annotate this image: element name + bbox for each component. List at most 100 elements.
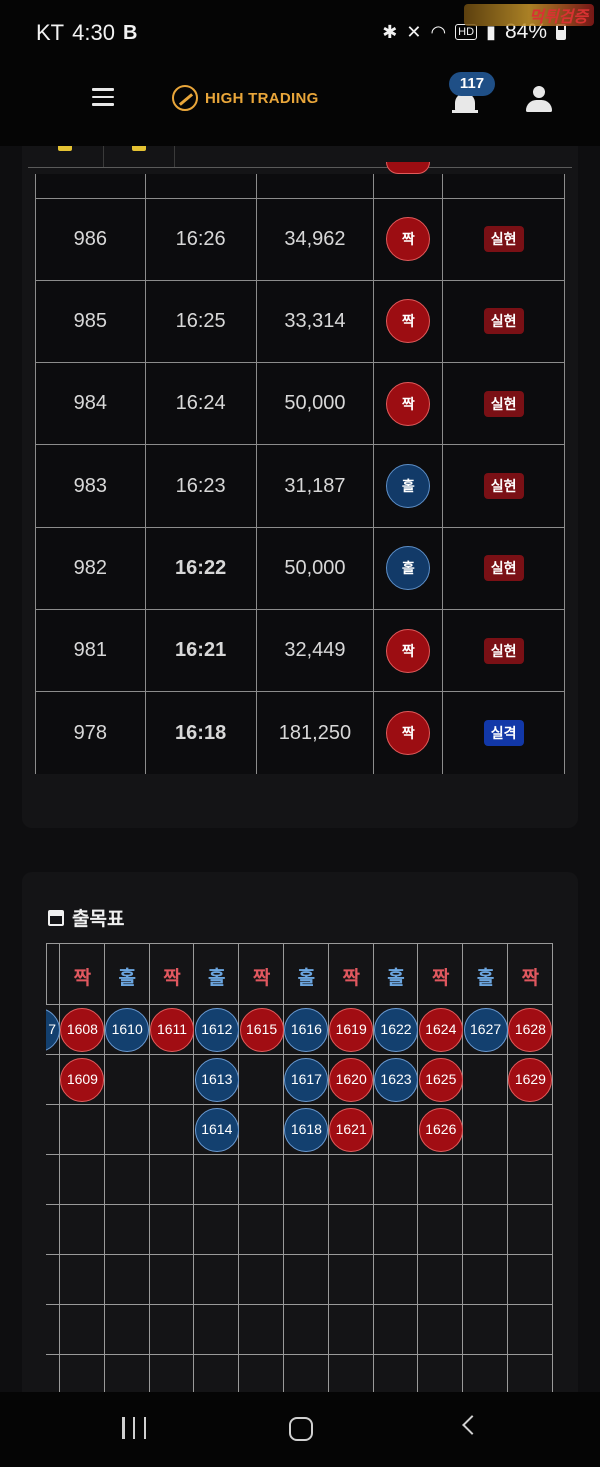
bell-icon-base [452,110,478,113]
table-row[interactable]: 978 16:18 181,250 짝 실격 [35,691,565,775]
grid-cell [46,1305,60,1355]
grid-cell [60,1255,105,1305]
user-icon [533,86,545,98]
pick-ball: 홀 [386,464,431,509]
grid-cell [239,1055,284,1105]
grid-cell [149,1155,195,1205]
table-row[interactable]: 984 16:24 50,000 짝 실현 [35,362,565,446]
watermark-logo: 먹튀검증 [464,4,594,26]
table-row[interactable]: 986 16:26 34,962 짝 실현 [35,197,565,281]
table-row[interactable]: 983 16:23 31,187 홀 실현 [35,444,565,528]
grid-cell [104,1155,150,1205]
draw-board-header: 출목표 [48,904,124,931]
round-cell: 986 [35,197,146,281]
back-button[interactable] [462,1415,482,1435]
grid-cell [373,1105,419,1155]
bluetooth-icon: ✱ [382,21,398,42]
result-ball: 1623 [374,1058,418,1102]
round-cell: 982 [35,526,146,610]
grid-cell [105,1355,150,1392]
grid-cell [418,1255,464,1305]
grid-cell [46,1055,60,1105]
grid-cell [508,1355,553,1392]
grid-cell [46,1155,60,1205]
grid-cell [104,1055,150,1105]
time-cell: 16:18 [144,691,257,775]
status-badge: 실현 [483,555,524,582]
app-notification-icon: B [122,22,138,44]
tab-2[interactable] [104,146,175,168]
grid-cell [373,1305,419,1355]
grid-cell [284,1355,329,1392]
pick-ball: 짝 [386,711,431,756]
pick-cell: 짝 [373,279,444,364]
grid-cell [194,1305,240,1355]
table-cell [255,174,375,199]
amount-cell: 31,187 [255,444,375,528]
status-left: KT 4:30 B [36,20,141,46]
tab-1[interactable] [28,146,104,168]
grid-cell [373,1155,419,1205]
grid-cell [149,1205,195,1255]
draw-board-grid: 7 짝 1608 1609 홀 1610 짝 1611 홀 1612 1613 1614 짝 1615 홀 1… [46,943,554,1392]
status-cell: 실격 [442,691,565,775]
pick-cell: 짝 [373,608,444,693]
home-button[interactable] [289,1417,313,1441]
grid-header-label: 짝 [521,968,540,989]
recent-apps-button[interactable] [122,1417,146,1439]
grid-cell [239,1155,284,1205]
grid-cell [418,1155,464,1205]
result-ball: 1614 [194,1108,239,1152]
round-cell: 983 [35,444,146,528]
brand-logo[interactable]: HIGH TRADING [172,85,319,111]
grid-cell [418,1205,464,1255]
menu-icon-line [92,103,114,106]
grid-cell [508,1105,553,1155]
result-ball: 1627 [463,1008,508,1052]
user-icon-body [526,100,552,112]
amount-cell: 34,962 [255,197,375,281]
status-badge: 실현 [483,390,524,417]
grid-cell [373,1255,419,1305]
table-cell [144,174,257,199]
time-cell: 16:21 [144,608,257,693]
grid-cell [46,1355,60,1392]
grid-header-label: 홀 [208,968,226,989]
grid-header-label: 홀 [297,968,316,989]
grid-cell [463,1105,508,1155]
grid-cell [194,1155,240,1205]
result-ball: 1613 [194,1058,239,1102]
grid-cell [418,1355,464,1392]
grid-cell [46,1255,60,1305]
account-button[interactable] [525,86,553,114]
hd-icon: HD [455,24,478,40]
clock: 4:30 [72,20,115,45]
pick-ball: 짝 [386,628,431,673]
grid-cell [104,1255,150,1305]
grid-cell [239,1355,284,1392]
round-cell: 984 [35,362,146,446]
grid-cell [150,1355,195,1392]
status-cell: 실현 [442,526,565,610]
tab-icon [132,146,146,151]
table-row[interactable]: 982 16:22 50,000 홀 실현 [35,526,565,610]
grid-header-label: 짝 [252,968,271,989]
pick-cell: 홀 [373,444,444,528]
grid-cell [284,1255,329,1305]
result-ball: 1612 [194,1008,239,1052]
grid-cell [239,1255,284,1305]
pick-ball: 홀 [386,546,431,591]
table-row[interactable]: 981 16:21 32,449 짝 실현 [35,608,565,693]
menu-button[interactable] [92,88,114,108]
pick-cell: 짝 [373,197,444,281]
table-row[interactable]: 985 16:25 33,314 짝 실현 [35,279,565,364]
grid-cell [60,1105,105,1155]
grid-cell [373,1205,419,1255]
grid-cell [463,1205,508,1255]
tab-icon [58,146,72,151]
grid-cell [194,1255,240,1305]
amount-cell: 50,000 [255,526,375,610]
amount-cell: 181,250 [255,691,375,775]
table-cell [442,174,565,199]
grid-cell [194,1205,240,1255]
